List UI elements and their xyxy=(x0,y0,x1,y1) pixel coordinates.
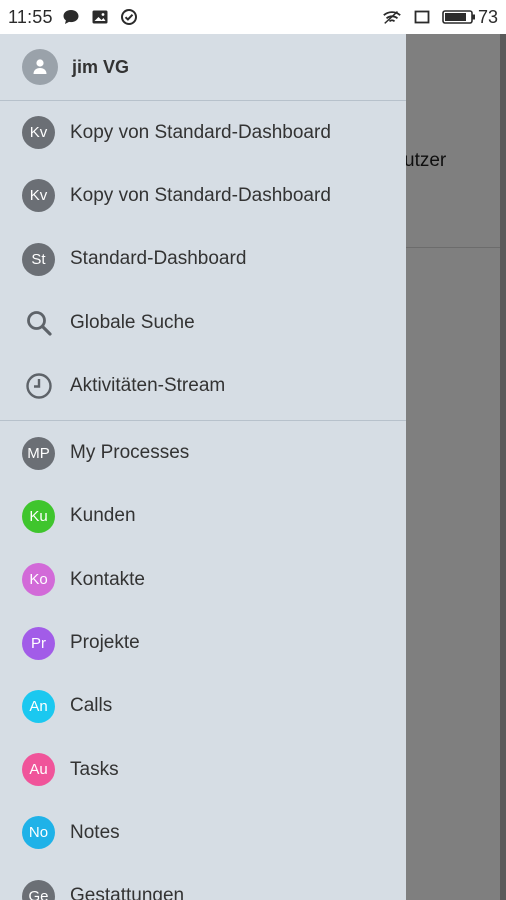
drawer-item-label: Aktivitäten-Stream xyxy=(70,374,226,396)
drawer-item-label: Standard-Dashboard xyxy=(70,248,247,270)
module-badge: Ku xyxy=(22,499,55,533)
drawer-item-global-search[interactable]: Globale Suche xyxy=(0,291,406,354)
drawer-item-tasks[interactable]: Au Tasks xyxy=(0,738,406,801)
battery-icon xyxy=(442,7,476,27)
drawer-item-dashboard-2[interactable]: Kv Kopy von Standard-Dashboard xyxy=(0,164,406,227)
module-badge: No xyxy=(22,816,55,850)
dashboard-badge: Kv xyxy=(22,116,55,150)
dashboard-badge: Kv xyxy=(22,179,55,213)
module-badge: Ko xyxy=(22,563,55,597)
navigation-drawer: jim VG Kv Kopy von Standard-Dashboard Kv… xyxy=(0,34,406,900)
drawer-item-activity-stream[interactable]: Aktivitäten-Stream xyxy=(0,354,406,417)
drawer-item-label: My Processes xyxy=(70,442,190,464)
status-time: 11:55 xyxy=(8,6,53,27)
drawer-item-dashboard-1[interactable]: Kv Kopy von Standard-Dashboard xyxy=(0,101,406,164)
module-badge: Au xyxy=(22,753,55,787)
image-icon xyxy=(90,7,110,27)
module-badge: An xyxy=(22,689,55,723)
drawer-item-my-processes[interactable]: MP My Processes xyxy=(0,421,406,484)
user-icon xyxy=(33,59,47,74)
check-circle-icon xyxy=(119,7,139,27)
drawer-item-gestattungen[interactable]: Ge Gestattungen xyxy=(0,865,406,900)
clock-icon xyxy=(22,369,55,402)
drawer-item-label: Kopy von Standard-Dashboard xyxy=(70,184,331,206)
drawer-item-kunden[interactable]: Ku Kunden xyxy=(0,485,406,548)
drawer-item-label: Kontakte xyxy=(70,568,145,590)
wifi-icon xyxy=(382,7,402,27)
drawer-item-label: Calls xyxy=(70,695,113,717)
drawer-item-label: Gestattungen xyxy=(70,885,185,900)
drawer-item-label: Kopy von Standard-Dashboard xyxy=(70,121,331,143)
drawer-item-standard-dashboard[interactable]: St Standard-Dashboard xyxy=(0,228,406,291)
chat-bubble-icon xyxy=(61,7,81,27)
drawer-item-label: Globale Suche xyxy=(70,311,195,333)
dashboard-list: Kv Kopy von Standard-Dashboard Kv Kopy v… xyxy=(0,101,406,417)
drawer-header[interactable]: jim VG xyxy=(0,34,406,101)
square-icon xyxy=(412,7,432,27)
drawer-item-notes[interactable]: No Notes xyxy=(0,801,406,864)
module-badge: Ge xyxy=(22,879,55,900)
drawer-item-label: Notes xyxy=(70,821,120,843)
module-badge: MP xyxy=(22,436,55,470)
drawer-item-label: Tasks xyxy=(70,758,119,780)
module-badge: Pr xyxy=(22,626,55,660)
status-bar: 11:55 73 xyxy=(0,0,506,34)
battery-level: 73 xyxy=(477,6,498,27)
drawer-item-label: Projekte xyxy=(70,632,140,654)
drawer-item-label: Kunden xyxy=(70,505,136,527)
dashboard-badge: St xyxy=(22,242,55,276)
user-name: jim VG xyxy=(72,56,130,77)
avatar xyxy=(22,49,58,85)
screen-edge xyxy=(500,34,506,900)
drawer-item-projekte[interactable]: Pr Projekte xyxy=(0,611,406,674)
module-list: MP My Processes Ku Kunden Ko Kontakte Pr… xyxy=(0,421,406,900)
search-icon xyxy=(22,306,55,339)
drawer-item-calls[interactable]: An Calls xyxy=(0,675,406,738)
drawer-item-kontakte[interactable]: Ko Kontakte xyxy=(0,548,406,611)
